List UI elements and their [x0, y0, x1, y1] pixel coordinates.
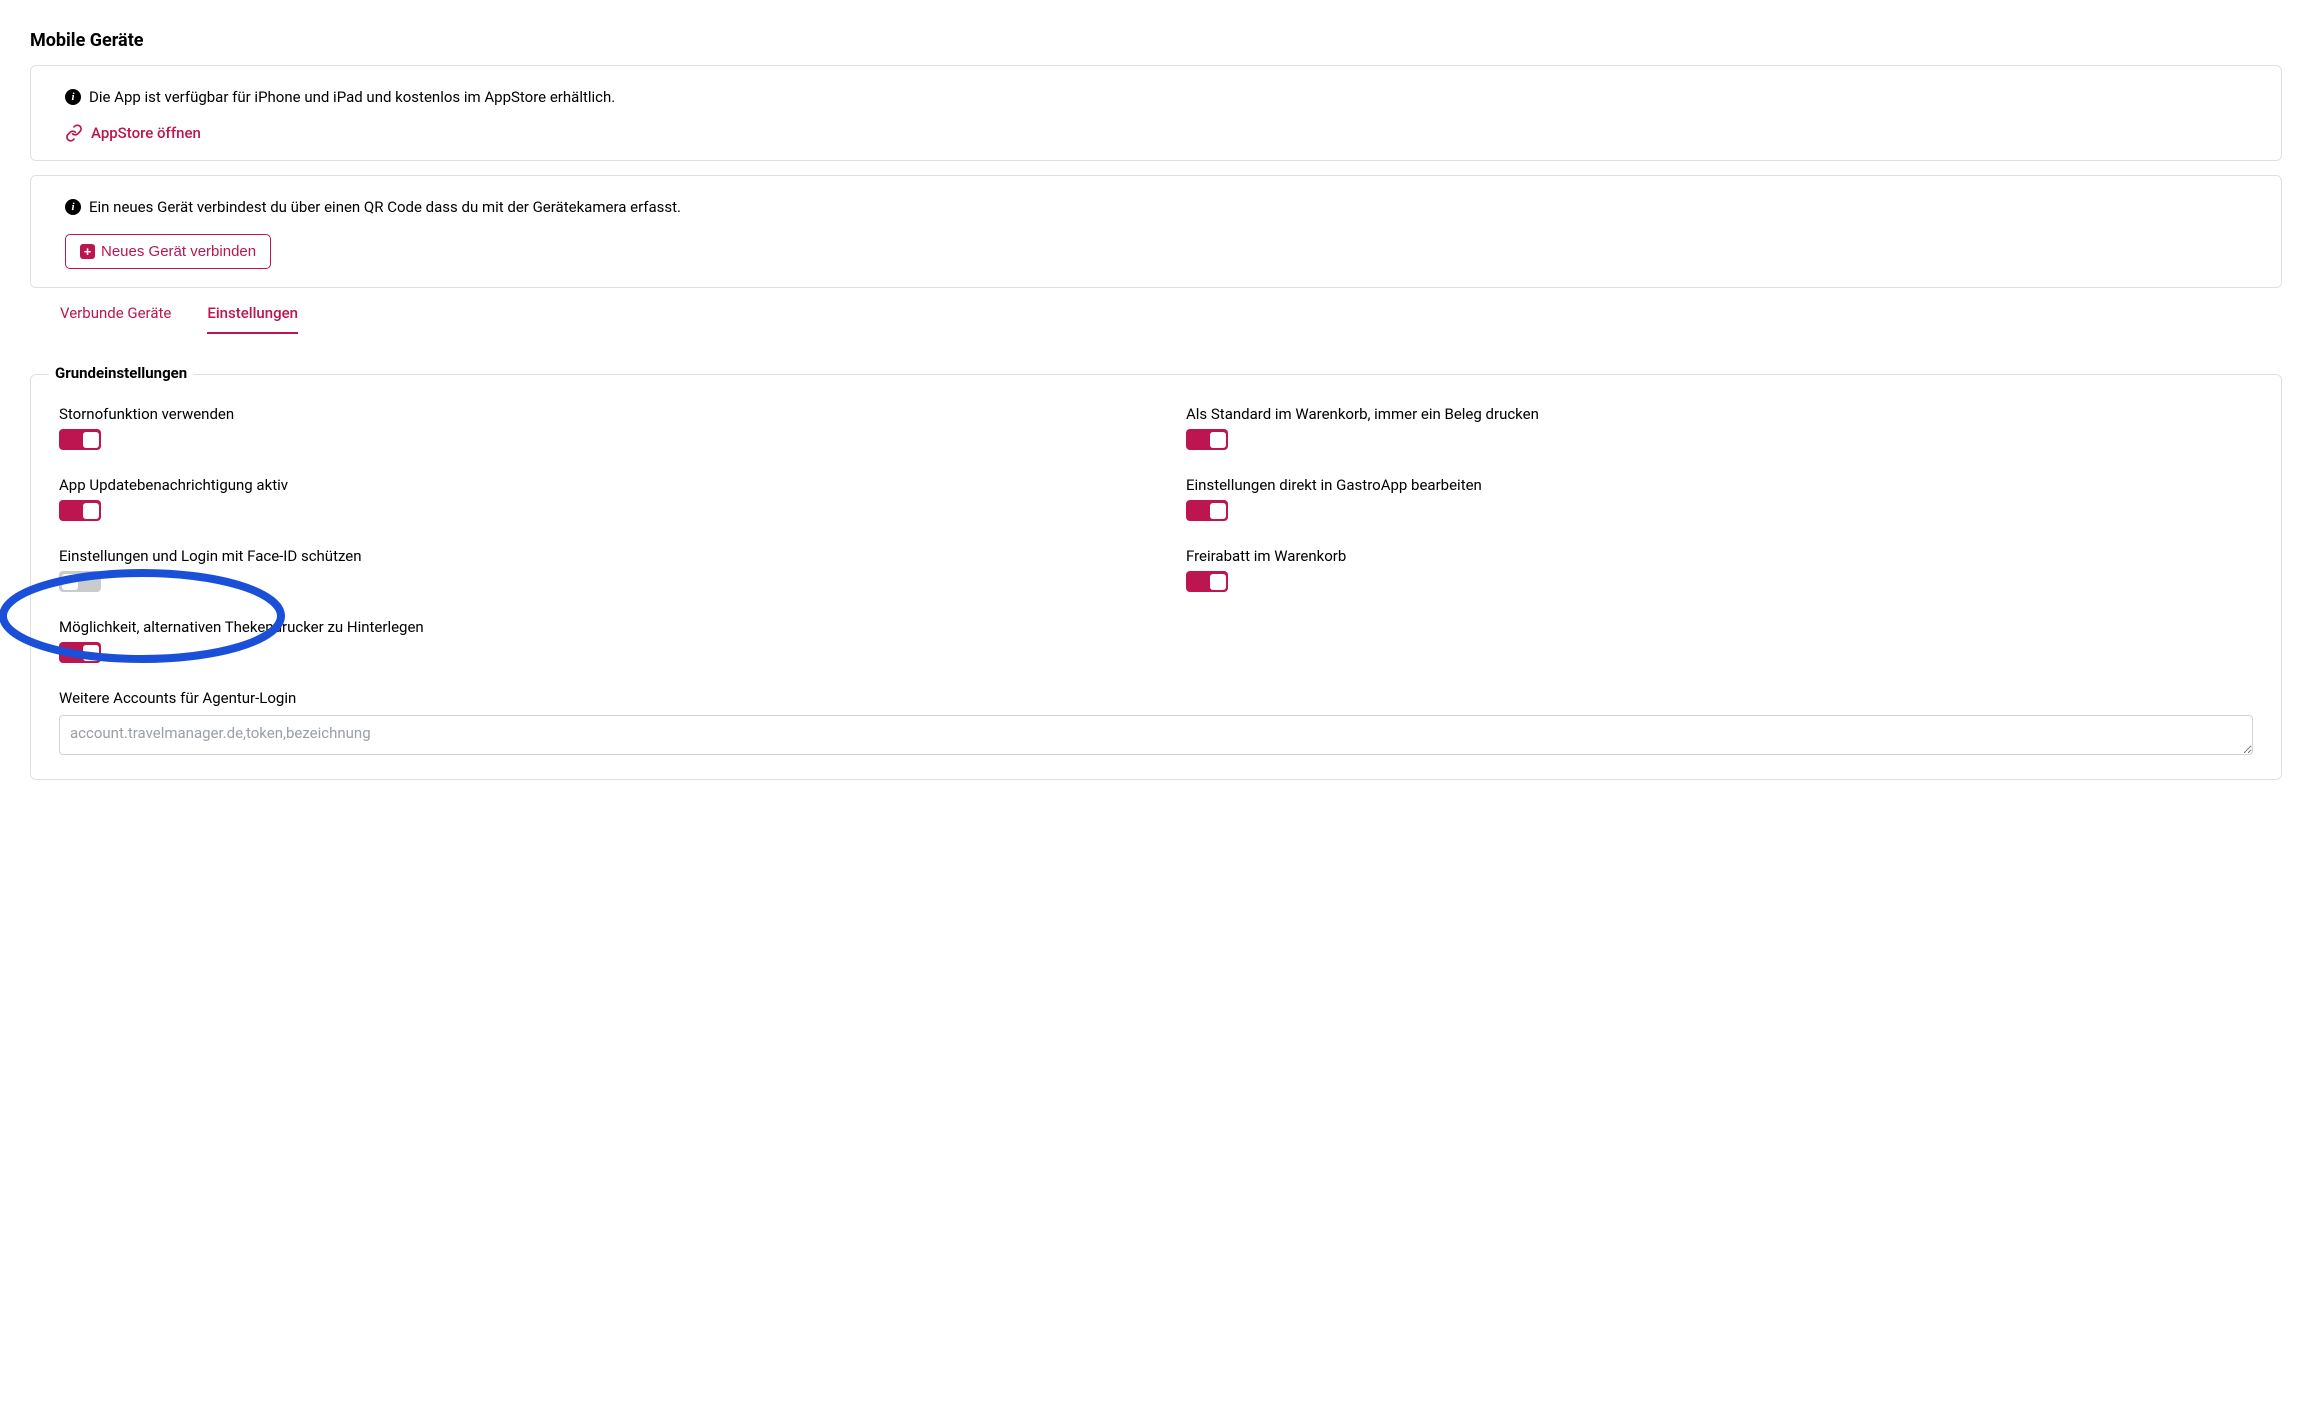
setting-agency-accounts-label: Weitere Accounts für Agentur-Login	[59, 689, 2253, 707]
info-icon: i	[65, 199, 81, 215]
info-icon: i	[65, 89, 81, 105]
setting-receipt: Als Standard im Warenkorb, immer ein Bel…	[1186, 405, 2253, 450]
tab-connected-devices[interactable]: Verbunde Geräte	[60, 304, 171, 334]
setting-update-notify: App Updatebenachrichtigung aktiv	[59, 476, 1126, 521]
page-title: Mobile Geräte	[30, 30, 2282, 51]
tab-settings[interactable]: Einstellungen	[207, 304, 298, 334]
info-text-qr: Ein neues Gerät verbindest du über einen…	[89, 198, 681, 216]
basic-settings-fieldset: Grundeinstellungen Stornofunktion verwen…	[30, 374, 2282, 780]
setting-agency-accounts: Weitere Accounts für Agentur-Login	[59, 689, 2253, 755]
setting-edit-in-app-label: Einstellungen direkt in GastroApp bearbe…	[1186, 476, 2253, 494]
toggle-storno[interactable]	[59, 429, 101, 450]
connect-device-button[interactable]: + Neues Gerät verbinden	[65, 234, 271, 269]
setting-free-discount: Freirabatt im Warenkorb	[1186, 547, 2253, 592]
setting-face-id: Einstellungen und Login mit Face-ID schü…	[59, 547, 1126, 592]
info-text-app: Die App ist verfügbar für iPhone und iPa…	[89, 88, 615, 106]
toggle-alt-printer[interactable]	[59, 642, 101, 663]
link-icon	[65, 124, 83, 142]
fieldset-legend: Grundeinstellungen	[49, 364, 193, 382]
appstore-link-label: AppStore öffnen	[91, 124, 201, 142]
appstore-link[interactable]: AppStore öffnen	[65, 124, 2247, 142]
toggle-update-notify[interactable]	[59, 500, 101, 521]
toggle-face-id[interactable]	[59, 571, 101, 592]
connect-device-label: Neues Gerät verbinden	[101, 243, 256, 260]
toggle-receipt[interactable]	[1186, 429, 1228, 450]
setting-face-id-label: Einstellungen und Login mit Face-ID schü…	[59, 547, 1126, 565]
setting-alt-printer-label: Möglichkeit, alternativen Thekendrucker …	[59, 618, 1126, 636]
plus-icon: +	[80, 244, 95, 259]
tabs: Verbunde Geräte Einstellungen	[30, 304, 2282, 334]
settings-grid: Stornofunktion verwenden Als Standard im…	[59, 405, 2253, 755]
setting-storno-label: Stornofunktion verwenden	[59, 405, 1126, 423]
setting-update-notify-label: App Updatebenachrichtigung aktiv	[59, 476, 1126, 494]
toggle-free-discount[interactable]	[1186, 571, 1228, 592]
setting-receipt-label: Als Standard im Warenkorb, immer ein Bel…	[1186, 405, 2253, 423]
info-row-app-availability: i Die App ist verfügbar für iPhone und i…	[65, 88, 2247, 106]
setting-free-discount-label: Freirabatt im Warenkorb	[1186, 547, 2253, 565]
setting-alt-printer: Möglichkeit, alternativen Thekendrucker …	[59, 618, 1126, 663]
info-card-connect-device: i Ein neues Gerät verbindest du über ein…	[30, 175, 2282, 288]
info-card-appstore: i Die App ist verfügbar für iPhone und i…	[30, 65, 2282, 161]
info-row-qr: i Ein neues Gerät verbindest du über ein…	[65, 198, 2247, 216]
agency-accounts-input[interactable]	[59, 715, 2253, 755]
setting-edit-in-app: Einstellungen direkt in GastroApp bearbe…	[1186, 476, 2253, 521]
setting-storno: Stornofunktion verwenden	[59, 405, 1126, 450]
toggle-edit-in-app[interactable]	[1186, 500, 1228, 521]
